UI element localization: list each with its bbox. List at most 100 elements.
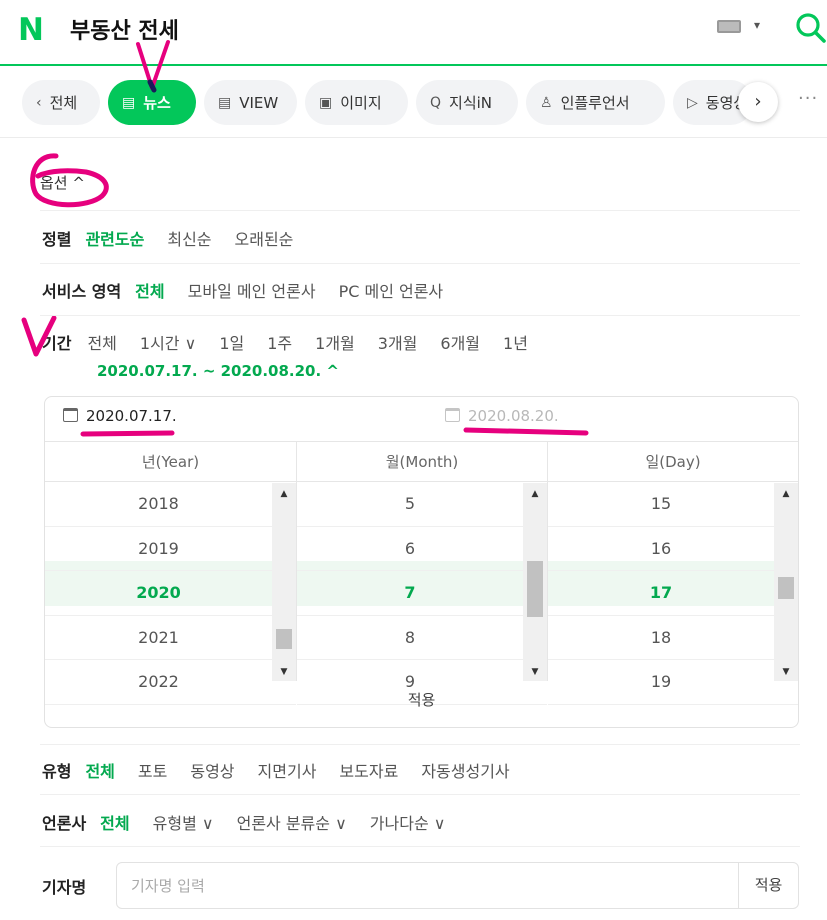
scroll-up-icon[interactable]: ▲ — [774, 489, 798, 499]
month-scrollbar[interactable]: ▲ ▼ — [523, 483, 547, 681]
period-1month[interactable]: 1개월 — [315, 330, 355, 354]
year-option[interactable]: 2019 — [45, 527, 296, 571]
day-option-selected[interactable]: 17 — [548, 571, 798, 616]
day-option[interactable]: 16 — [548, 527, 798, 571]
calendar-icon — [63, 408, 78, 422]
type-photo[interactable]: 포토 — [138, 758, 167, 782]
date-apply-button[interactable]: 적용 — [45, 689, 798, 710]
month-option[interactable]: 5 — [297, 482, 547, 527]
service-label: 서비스 영역 — [42, 282, 122, 301]
scroll-up-icon[interactable]: ▲ — [272, 489, 296, 499]
tabs-next-button[interactable]: › — [738, 82, 778, 122]
service-all[interactable]: 전체 — [135, 278, 164, 302]
divider — [40, 210, 800, 211]
tab-influencer[interactable]: ♙ 인플루언서 — [526, 80, 665, 125]
year-option[interactable]: 2018 — [45, 482, 296, 527]
tab-kin[interactable]: Q 지식iN — [416, 80, 518, 125]
service-pc-main[interactable]: PC 메인 언론사 — [339, 278, 444, 302]
reporter-field: 적용 — [116, 862, 799, 909]
day-option[interactable]: 18 — [548, 616, 798, 660]
search-header: N 부동산 전세 ▾ — [0, 0, 827, 66]
tab-label: 인플루언서 — [560, 94, 630, 112]
type-all[interactable]: 전체 — [85, 758, 114, 782]
keyboard-icon[interactable] — [717, 20, 741, 33]
sort-latest[interactable]: 최신순 — [167, 226, 211, 250]
year-option[interactable]: 2021 — [45, 616, 296, 660]
scroll-thumb[interactable] — [276, 629, 292, 649]
period-row: 기간 전체 1시간 ∨ 1일 1주 1개월 3개월 6개월 1년 — [42, 330, 551, 354]
person-icon: ♙ — [540, 94, 553, 111]
qna-icon: Q — [430, 94, 442, 111]
scroll-up-icon[interactable]: ▲ — [523, 489, 547, 499]
divider — [40, 263, 800, 264]
divider — [40, 315, 800, 316]
service-mobile-main[interactable]: 모바일 메인 언론사 — [188, 278, 316, 302]
reporter-apply-button[interactable]: 적용 — [738, 863, 798, 908]
scroll-thumb[interactable] — [527, 561, 543, 617]
month-option[interactable]: 8 — [297, 616, 547, 660]
tab-all[interactable]: ‹ 전체 — [22, 80, 100, 125]
year-column-header: 년(Year) — [45, 442, 296, 482]
scroll-thumb[interactable] — [778, 577, 794, 599]
day-option[interactable]: 15 — [548, 482, 798, 527]
scroll-down-icon[interactable]: ▼ — [272, 667, 296, 677]
tab-label: VIEW — [239, 93, 279, 112]
reporter-input[interactable] — [131, 863, 731, 908]
reporter-row: 기자명 — [42, 874, 100, 898]
month-option[interactable]: 6 — [297, 527, 547, 571]
search-icon[interactable] — [794, 11, 827, 44]
divider — [40, 846, 800, 847]
period-all[interactable]: 전체 — [87, 330, 116, 354]
type-print[interactable]: 지면기사 — [258, 758, 317, 782]
year-column[interactable]: 년(Year) 2018 2019 2020 2021 2022 ▲ ▼ — [45, 441, 296, 705]
press-row: 언론사 전체 유형별 ∨ 언론사 분류순 ∨ 가나다순 ∨ — [42, 810, 468, 834]
press-alphabetical[interactable]: 가나다순 ∨ — [370, 810, 446, 834]
day-scrollbar[interactable]: ▲ ▼ — [774, 483, 798, 681]
scroll-down-icon[interactable]: ▼ — [774, 667, 798, 677]
chevron-left-icon: ‹ — [36, 94, 42, 111]
chevron-down-icon[interactable]: ▾ — [754, 18, 760, 32]
press-by-category[interactable]: 언론사 분류순 ∨ — [237, 810, 347, 834]
divider — [40, 794, 800, 795]
type-video[interactable]: 동영상 — [190, 758, 234, 782]
type-row: 유형 전체 포토 동영상 지면기사 보도자료 자동생성기사 — [42, 758, 533, 782]
type-auto-generated[interactable]: 자동생성기사 — [421, 758, 509, 782]
day-column-header: 일(Day) — [548, 442, 798, 482]
service-row: 서비스 영역 전체 모바일 메인 언론사 PC 메인 언론사 — [42, 278, 466, 302]
sort-relevance[interactable]: 관련도순 — [85, 226, 144, 250]
calendar-icon — [445, 408, 460, 422]
sort-row: 정렬 관련도순 최신순 오래된순 — [42, 226, 316, 250]
scroll-down-icon[interactable]: ▼ — [523, 667, 547, 677]
period-6months[interactable]: 6개월 — [440, 330, 480, 354]
period-1week[interactable]: 1주 — [267, 330, 292, 354]
tab-label: 전체 — [49, 94, 78, 112]
month-column[interactable]: 월(Month) 5 6 7 8 9 ▲ ▼ — [296, 441, 547, 705]
period-1year[interactable]: 1년 — [503, 330, 528, 354]
play-icon: ▷ — [687, 94, 698, 111]
reporter-label: 기자명 — [42, 878, 87, 897]
type-press-release[interactable]: 보도자료 — [339, 758, 398, 782]
month-option-selected[interactable]: 7 — [297, 571, 547, 616]
tab-label: 이미지 — [340, 94, 382, 112]
divider — [40, 744, 800, 745]
sort-oldest[interactable]: 오래된순 — [235, 226, 294, 250]
month-column-header: 월(Month) — [297, 442, 547, 482]
press-all[interactable]: 전체 — [100, 810, 129, 834]
press-by-type[interactable]: 유형별 ∨ — [153, 810, 214, 834]
period-1day[interactable]: 1일 — [219, 330, 244, 354]
year-scrollbar[interactable]: ▲ ▼ — [272, 483, 296, 681]
tab-image[interactable]: ▣ 이미지 — [305, 80, 408, 125]
more-icon[interactable]: ··· — [798, 88, 818, 109]
tab-view[interactable]: ▤ VIEW — [204, 80, 297, 125]
naver-logo[interactable]: N — [18, 12, 44, 48]
period-range-toggle[interactable]: 2020.07.17. ~ 2020.08.20. ^ — [97, 362, 339, 380]
image-icon: ▣ — [319, 94, 333, 111]
checkmark-annotation — [136, 40, 170, 93]
date-from-field[interactable]: 2020.07.17. — [63, 407, 177, 425]
underline-annotation — [463, 427, 589, 436]
day-column[interactable]: 일(Day) 15 16 17 18 19 ▲ ▼ — [547, 441, 798, 705]
period-3months[interactable]: 3개월 — [378, 330, 418, 354]
period-1hour[interactable]: 1시간 ∨ — [140, 330, 196, 354]
circle-annotation — [30, 153, 109, 208]
year-option-selected[interactable]: 2020 — [45, 571, 296, 616]
